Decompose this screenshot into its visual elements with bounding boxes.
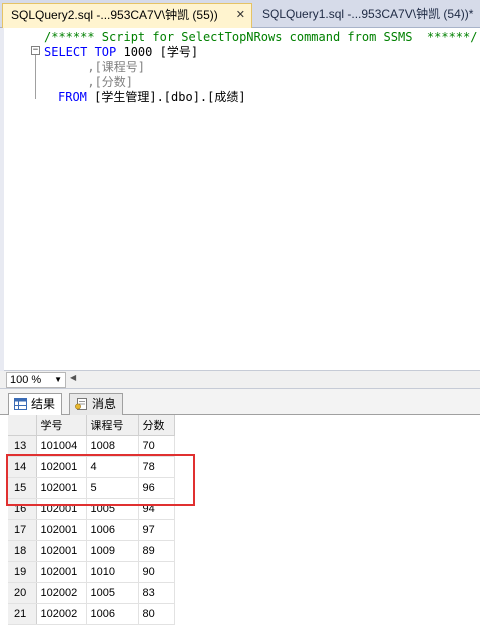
table-row[interactable]: 15 102001 5 96 (8, 477, 175, 499)
row-number[interactable]: 21 (8, 603, 37, 625)
sql-editor[interactable]: − /****** Script for SelectTopNRows comm… (0, 28, 480, 371)
cell-score[interactable]: 89 (138, 540, 175, 562)
results-grid[interactable]: 学号 课程号 分数 13 101004 1008 70 14 102001 4 78 15 1… (8, 415, 480, 625)
from-keyword: FROM (58, 90, 87, 104)
tab-sqlquery1-label: SQLQuery1.sql -...953CA7V\钟凯 (54))* (262, 7, 474, 21)
row-number[interactable]: 13 (8, 435, 37, 457)
table-row[interactable]: 16 102001 1005 94 (8, 498, 175, 520)
cell-course-id[interactable]: 1005 (86, 498, 139, 520)
column-header-course-id[interactable]: 课程号 (86, 415, 139, 436)
grid-results-icon (14, 398, 27, 410)
zoom-bar: 100 % ▼ ◀ (0, 371, 480, 389)
row-number[interactable]: 14 (8, 456, 37, 478)
header-row: 学号 课程号 分数 (8, 415, 175, 436)
tab-results-label: 结果 (31, 397, 56, 411)
results-table: 学号 课程号 分数 13 101004 1008 70 14 102001 4 78 15 1… (8, 415, 175, 625)
tab-sqlquery2-label: SQLQuery2.sql -...953CA7V\钟凯 (55)) (11, 8, 218, 22)
chevron-down-icon: ▼ (54, 375, 62, 384)
row-number[interactable]: 18 (8, 540, 37, 562)
messages-icon (75, 398, 87, 410)
row-number[interactable]: 17 (8, 519, 37, 541)
from-table: [学生管理].[dbo].[成绩] (86, 90, 246, 104)
cell-score[interactable]: 90 (138, 561, 175, 583)
table-row[interactable]: 13 101004 1008 70 (8, 435, 175, 457)
row-number[interactable]: 15 (8, 477, 37, 499)
cell-student-id[interactable]: 101004 (36, 435, 87, 457)
cell-course-id[interactable]: 1008 (86, 435, 139, 457)
cell-student-id[interactable]: 102001 (36, 456, 87, 478)
table-row[interactable]: 14 102001 4 78 (8, 456, 175, 478)
cell-course-id[interactable]: 1010 (86, 561, 139, 583)
cell-score[interactable]: 94 (138, 498, 175, 520)
row-number[interactable]: 20 (8, 582, 37, 604)
table-row[interactable]: 20 102002 1005 83 (8, 582, 175, 604)
scroll-left-arrow-icon[interactable]: ◀ (70, 373, 76, 382)
cell-score[interactable]: 70 (138, 435, 175, 457)
cell-student-id[interactable]: 102001 (36, 540, 87, 562)
code-line-course: ,[课程号] (44, 60, 146, 74)
tab-sqlquery2[interactable]: SQLQuery2.sql -...953CA7V\钟凯 (55)) ✕ (2, 3, 252, 28)
cell-score[interactable]: 83 (138, 582, 175, 604)
cell-course-id[interactable]: 4 (86, 456, 139, 478)
table-row[interactable]: 19 102001 1010 90 (8, 561, 175, 583)
table-row[interactable]: 18 102001 1009 89 (8, 540, 175, 562)
close-icon[interactable]: ✕ (236, 4, 245, 27)
tab-sqlquery1[interactable]: SQLQuery1.sql -...953CA7V\钟凯 (54))* (254, 3, 480, 28)
zoom-select[interactable]: 100 % ▼ (6, 372, 66, 388)
table-row[interactable]: 17 102001 1006 97 (8, 519, 175, 541)
code-from-line: FROM [学生管理].[dbo].[成绩] (58, 90, 246, 105)
collapse-toggle-icon[interactable]: − (31, 46, 40, 55)
cell-score[interactable]: 78 (138, 456, 175, 478)
code-comment-line: /****** Script for SelectTopNRows comman… (44, 30, 478, 44)
row-number[interactable]: 16 (8, 498, 37, 520)
select-columns: 1000 [学号] (116, 45, 199, 59)
cell-score[interactable]: 80 (138, 603, 175, 625)
cell-course-id[interactable]: 1006 (86, 603, 139, 625)
cell-course-id[interactable]: 1005 (86, 582, 139, 604)
row-number[interactable]: 19 (8, 561, 37, 583)
code-select-line: SELECT TOP 1000 [学号] (44, 45, 198, 60)
table-row[interactable]: 21 102002 1006 80 (8, 603, 175, 625)
column-header-student-id[interactable]: 学号 (36, 415, 87, 436)
tab-messages-label: 消息 (92, 397, 117, 411)
cell-student-id[interactable]: 102001 (36, 498, 87, 520)
editor-margin (0, 28, 4, 371)
cell-course-id[interactable]: 1006 (86, 519, 139, 541)
cell-student-id[interactable]: 102002 (36, 603, 87, 625)
tab-messages[interactable]: 消息 (69, 393, 124, 415)
cell-score[interactable]: 97 (138, 519, 175, 541)
tab-results[interactable]: 结果 (8, 393, 63, 416)
corner-cell[interactable] (8, 415, 37, 436)
column-header-score[interactable]: 分数 (138, 415, 175, 436)
select-keyword: SELECT TOP (44, 45, 117, 59)
zoom-value: 100 % (10, 374, 42, 386)
document-tab-strip: SQLQuery2.sql -...953CA7V\钟凯 (55)) ✕ SQL… (0, 0, 480, 28)
results-tab-strip: 结果 消息 (0, 389, 480, 416)
code-line-score: ,[分数] (44, 75, 134, 89)
cell-student-id[interactable]: 102001 (36, 561, 87, 583)
cell-course-id[interactable]: 5 (86, 477, 139, 499)
cell-student-id[interactable]: 102001 (36, 519, 87, 541)
outline-line (35, 55, 36, 99)
cell-student-id[interactable]: 102001 (36, 477, 87, 499)
cell-score[interactable]: 96 (138, 477, 175, 499)
cell-student-id[interactable]: 102002 (36, 582, 87, 604)
cell-course-id[interactable]: 1009 (86, 540, 139, 562)
